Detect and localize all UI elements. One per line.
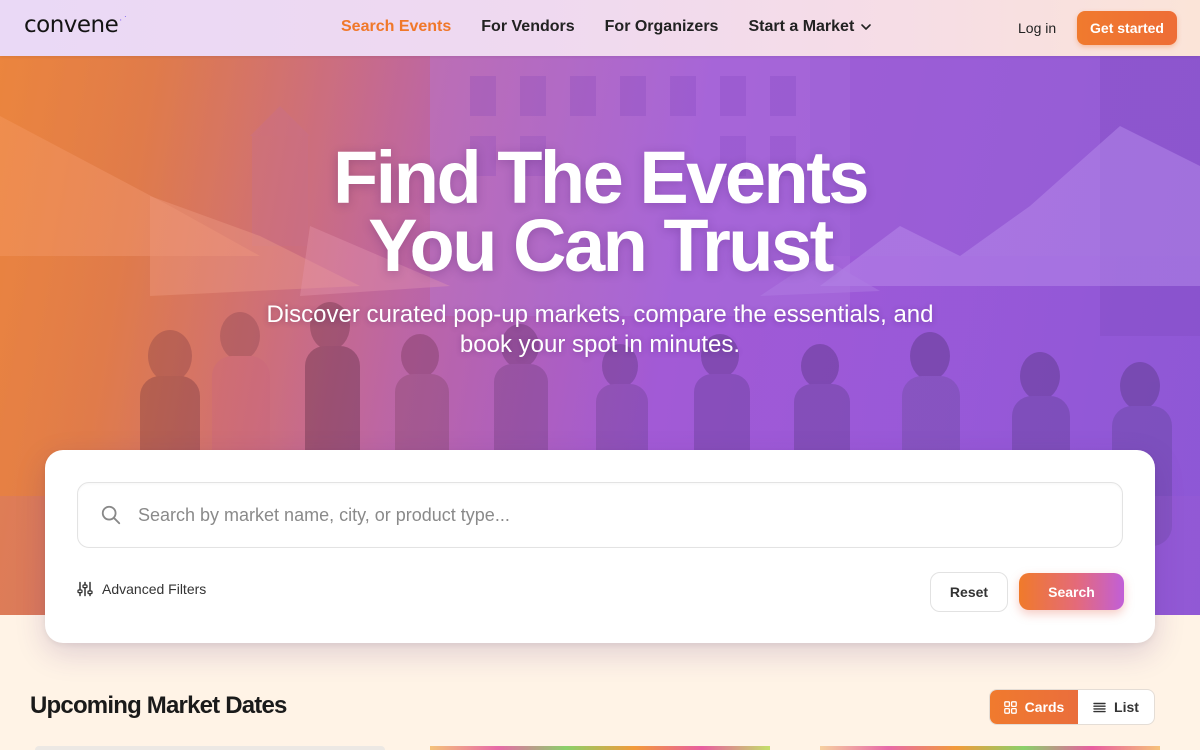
sliders-icon: [77, 581, 93, 597]
advanced-filters-label: Advanced Filters: [102, 581, 207, 597]
search-box[interactable]: [77, 482, 1123, 548]
nav-start-a-market-label: Start a Market: [748, 18, 855, 35]
cards-view-button[interactable]: Cards: [990, 690, 1078, 724]
search-panel: Advanced Filters Reset Search: [45, 450, 1155, 643]
nav-for-vendors[interactable]: For Vendors: [481, 18, 574, 36]
grid-icon: [1003, 700, 1017, 714]
search-icon: [101, 505, 121, 525]
search-input[interactable]: [138, 501, 1098, 529]
chevron-down-icon: [861, 24, 872, 30]
event-card-top-2[interactable]: [430, 746, 770, 750]
nav-for-organizers[interactable]: For Organizers: [605, 18, 719, 36]
event-card-top-3[interactable]: [820, 746, 1160, 750]
list-view-label: List: [1114, 699, 1139, 715]
convene-logo[interactable]: convene ·˙: [24, 12, 129, 38]
search-button[interactable]: Search: [1019, 573, 1124, 610]
view-toggle: Cards List: [989, 689, 1155, 725]
event-card-top-1[interactable]: [35, 746, 385, 750]
hero-subtitle: Discover curated pop-up markets, compare…: [266, 301, 934, 358]
logo-sparkle-icon: ·˙: [119, 16, 129, 26]
cards-view-label: Cards: [1024, 699, 1065, 715]
advanced-filters-toggle[interactable]: Advanced Filters: [77, 581, 206, 597]
reset-button[interactable]: Reset: [930, 572, 1008, 612]
list-view-button[interactable]: List: [1078, 690, 1154, 724]
hero-title-line-1: Find The Events: [332, 136, 870, 219]
hero-title: Find The Events You Can Trust: [0, 136, 1200, 287]
nav-search-events[interactable]: Search Events: [341, 18, 451, 36]
list-icon: [1093, 702, 1106, 712]
logo-text: convene: [24, 12, 119, 38]
top-nav-bar: convene ·˙ Search Events For Vendors For…: [0, 0, 1200, 56]
get-started-button[interactable]: Get started: [1077, 11, 1177, 45]
upcoming-market-dates-heading: Upcoming Market Dates: [30, 692, 287, 719]
login-link[interactable]: Log in: [1018, 20, 1056, 36]
nav-start-a-market[interactable]: Start a Market: [748, 18, 872, 36]
hero-title-line-2: You Can Trust: [368, 204, 834, 287]
main-nav: Search Events For Vendors For Organizers…: [341, 18, 872, 36]
